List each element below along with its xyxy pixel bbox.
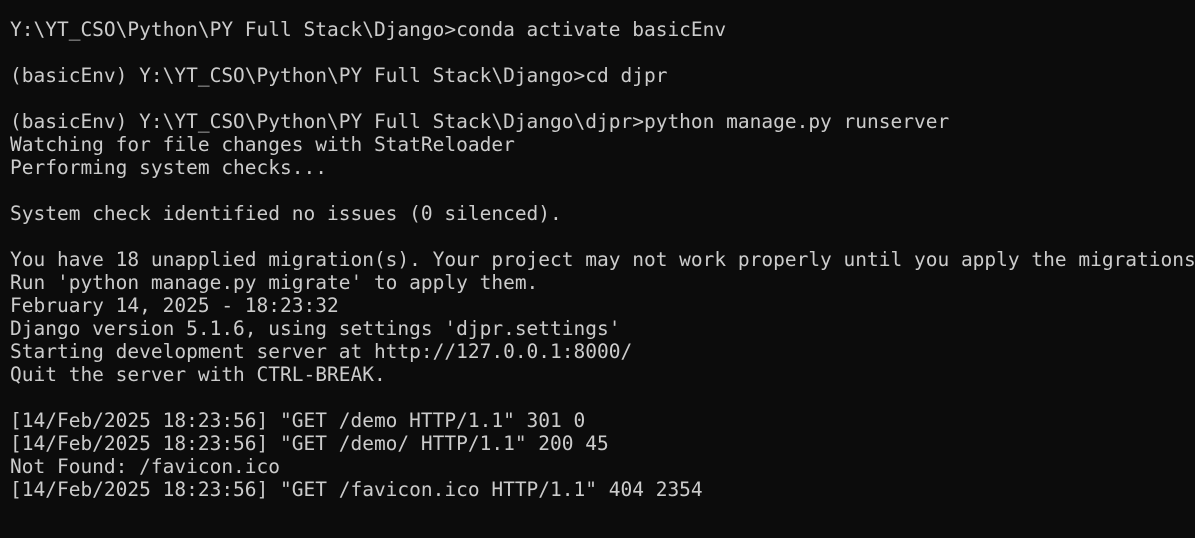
terminal-line: Watching for file changes with StatReloa… xyxy=(10,133,515,156)
terminal-line: Quit the server with CTRL-BREAK. xyxy=(10,363,386,386)
terminal-input-line[interactable] xyxy=(10,501,1195,524)
terminal-line: System check identified no issues (0 sil… xyxy=(10,202,562,225)
terminal-line: [14/Feb/2025 18:23:56] "GET /demo HTTP/1… xyxy=(10,409,586,432)
terminal-line: Starting development server at http://12… xyxy=(10,340,633,363)
terminal-line: You have 18 unapplied migration(s). Your… xyxy=(10,248,1195,271)
terminal-line: [14/Feb/2025 18:23:56] "GET /demo/ HTTP/… xyxy=(10,432,609,455)
terminal-line: February 14, 2025 - 18:23:32 xyxy=(10,294,339,317)
terminal-line: Django version 5.1.6, using settings 'dj… xyxy=(10,317,621,340)
terminal-line: [14/Feb/2025 18:23:56] "GET /favicon.ico… xyxy=(10,478,703,501)
terminal-line: (basicEnv) Y:\YT_CSO\Python\PY Full Stac… xyxy=(10,110,950,133)
terminal-window[interactable]: Y:\YT_CSO\Python\PY Full Stack\Django>co… xyxy=(0,0,1195,538)
terminal-line: Y:\YT_CSO\Python\PY Full Stack\Django>co… xyxy=(10,18,727,41)
terminal-line: Not Found: /favicon.ico xyxy=(10,455,281,478)
terminal-line: (basicEnv) Y:\YT_CSO\Python\PY Full Stac… xyxy=(10,64,668,87)
terminal-line: Performing system checks... xyxy=(10,156,327,179)
terminal-line: Run 'python manage.py migrate' to apply … xyxy=(10,271,539,294)
